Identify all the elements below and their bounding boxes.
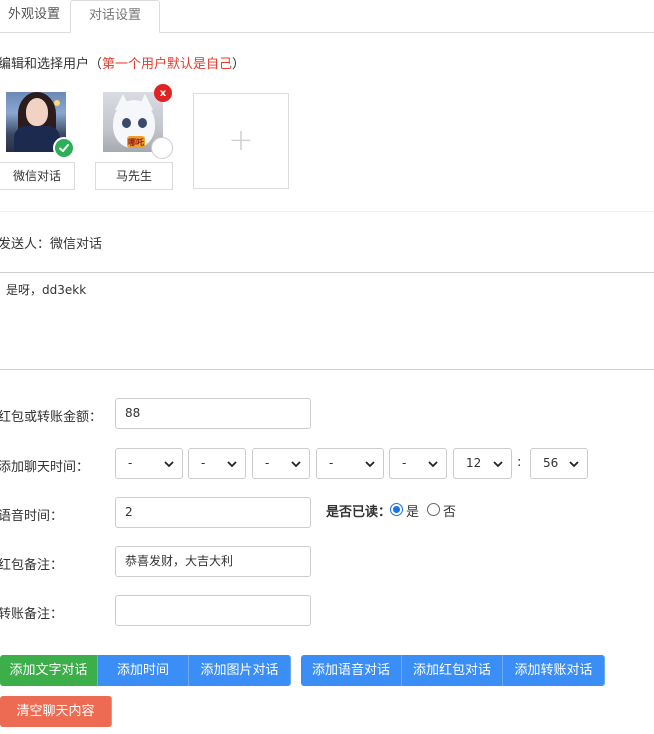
time-select-5-value: -: [402, 456, 407, 470]
add-text-button[interactable]: 添加文字对话: [0, 655, 98, 686]
time-select-5[interactable]: -: [389, 448, 447, 479]
section-divider: [0, 211, 654, 212]
time-select-4-value: -: [329, 456, 334, 470]
plus-icon: +: [228, 123, 254, 158]
hour-select[interactable]: 12: [453, 448, 512, 479]
delete-user-icon[interactable]: x: [154, 84, 172, 102]
time-select-1-value: -: [128, 456, 133, 470]
chevron-down-icon: [428, 461, 438, 468]
chevron-down-icon: [493, 461, 503, 468]
unselected-circle-icon: [151, 137, 173, 159]
voice-time-label: 语音时间：: [0, 509, 64, 524]
chevron-down-icon: [365, 461, 375, 468]
minute-select-value: 56: [543, 456, 559, 470]
add-image-button[interactable]: 添加图片对话: [189, 655, 291, 686]
read-status-label: 是否已读：: [326, 505, 392, 520]
clear-chat-button[interactable]: 清空聊天内容: [0, 696, 112, 727]
message-textarea[interactable]: 是呀，dd3ekk: [0, 272, 654, 370]
read-no-radio[interactable]: [427, 503, 440, 516]
time-colon: :: [517, 455, 522, 470]
voice-time-input[interactable]: 2: [115, 497, 311, 528]
users-section-title: 编辑和选择用户（第一个用户默认是自己）: [0, 53, 245, 72]
time-select-2-value: -: [201, 456, 206, 470]
chevron-down-icon: [164, 461, 174, 468]
time-select-1[interactable]: -: [115, 448, 183, 479]
users-title-suffix: ）: [232, 57, 246, 72]
add-user-button[interactable]: +: [193, 93, 289, 189]
time-select-4[interactable]: -: [316, 448, 384, 479]
chat-time-label: 添加聊天时间：: [0, 460, 90, 475]
read-yes-radio[interactable]: [390, 503, 403, 516]
avatar-text: 哪吒: [128, 138, 144, 147]
sender-label: 发送人：微信对话: [0, 237, 103, 252]
tab-appearance[interactable]: 外观设置: [0, 0, 70, 33]
chevron-down-icon: [291, 461, 301, 468]
user-name-2[interactable]: 马先生: [95, 162, 173, 190]
tab-chat-settings[interactable]: 对话设置: [70, 0, 160, 33]
amount-input[interactable]: 88: [115, 398, 311, 429]
red-packet-note-input[interactable]: 恭喜发财，大吉大利: [115, 546, 311, 577]
red-packet-note-label: 红包备注：: [0, 558, 64, 573]
transfer-note-label: 转账备注：: [0, 607, 64, 622]
add-transfer-button[interactable]: 添加转账对话: [503, 655, 605, 686]
read-no-label: 否: [443, 505, 457, 520]
read-yes-label: 是: [406, 505, 420, 520]
add-red-packet-button[interactable]: 添加红包对话: [402, 655, 503, 686]
message-text: 是呀，dd3ekk: [6, 283, 87, 297]
minute-select[interactable]: 56: [530, 448, 588, 479]
chevron-down-icon: [569, 461, 579, 468]
add-time-button[interactable]: 添加时间: [98, 655, 189, 686]
time-select-3-value: -: [265, 456, 270, 470]
users-title-highlight: 第一个用户默认是自己: [102, 57, 233, 72]
settings-tabs: 外观设置 对话设置: [0, 0, 654, 33]
time-select-2[interactable]: -: [188, 448, 246, 479]
amount-label: 红包或转账金额：: [0, 410, 103, 425]
time-select-3[interactable]: -: [252, 448, 310, 479]
hour-select-value: 12: [466, 456, 482, 470]
users-title-prefix: 编辑和选择用户（: [0, 57, 103, 72]
transfer-note-input[interactable]: [115, 595, 311, 626]
add-voice-button[interactable]: 添加语音对话: [301, 655, 402, 686]
chevron-down-icon: [227, 461, 237, 468]
